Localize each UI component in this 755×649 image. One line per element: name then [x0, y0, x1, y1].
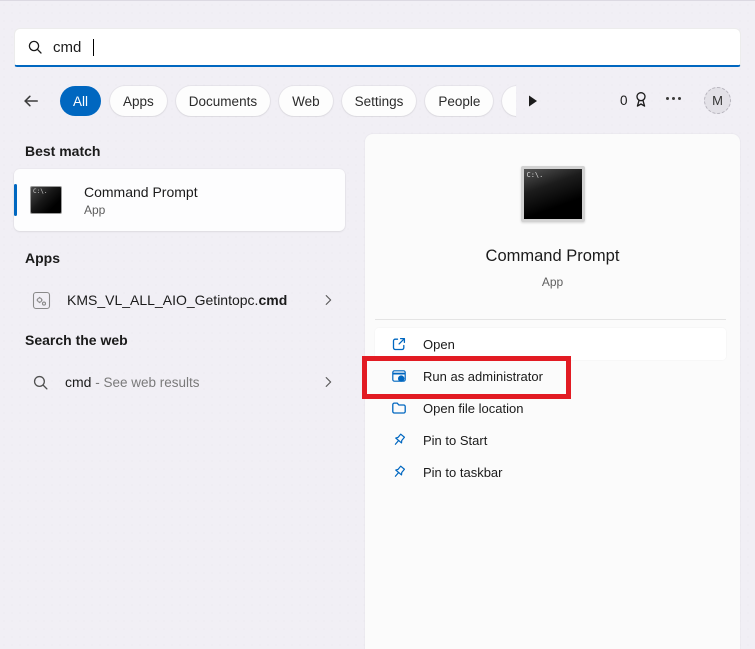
chevron-right-icon[interactable]: [321, 293, 335, 307]
tab-apps[interactable]: Apps: [110, 86, 167, 116]
preview-title: Command Prompt: [485, 247, 620, 265]
selection-accent-bar: [14, 184, 17, 216]
preview-subtitle: App: [541, 275, 564, 289]
web-result-label: cmd - See web results: [65, 374, 200, 390]
command-prompt-icon: [30, 186, 62, 214]
tab-web[interactable]: Web: [279, 86, 333, 116]
apps-result-label: KMS_VL_ALL_AIO_Getintopc.cmd: [67, 292, 288, 308]
preview-panel: Command Prompt App Open Run as administr…: [365, 134, 740, 649]
action-label: Open: [423, 336, 455, 352]
web-search-header: Search the web: [25, 332, 128, 348]
back-arrow-icon: [24, 95, 38, 107]
action-pin-to-start[interactable]: Pin to Start: [375, 424, 726, 456]
action-list: Open Run as administrator Open file loca…: [375, 328, 726, 488]
folder-icon: [392, 402, 406, 414]
action-label: Run as administrator: [423, 368, 543, 384]
filter-toolbar: All Apps Documents Web Settings People F…: [0, 85, 755, 117]
action-label: Open file location: [423, 400, 524, 416]
search-flyout: All Apps Documents Web Settings People F…: [0, 0, 755, 649]
action-pin-to-taskbar[interactable]: Pin to taskbar: [375, 456, 726, 488]
tab-all[interactable]: All: [60, 86, 102, 116]
action-open-file-location[interactable]: Open file location: [375, 392, 726, 424]
user-avatar[interactable]: M: [704, 87, 731, 114]
apps-header: Apps: [25, 250, 60, 266]
search-input[interactable]: [53, 38, 93, 56]
search-box[interactable]: [14, 28, 741, 67]
action-open[interactable]: Open: [375, 328, 726, 360]
tab-documents[interactable]: Documents: [175, 86, 271, 116]
action-run-as-administrator[interactable]: Run as administrator: [375, 360, 726, 392]
chevron-right-icon[interactable]: [321, 375, 335, 389]
best-match-subtitle: App: [84, 202, 106, 217]
batch-file-icon: [32, 291, 51, 309]
search-icon: [33, 375, 48, 390]
more-options-icon: [666, 97, 669, 100]
tab-settings[interactable]: Settings: [341, 86, 417, 116]
tab-folders[interactable]: Folders: [502, 86, 516, 116]
text-cursor: [93, 38, 94, 56]
rewards-medal-icon: [635, 92, 646, 107]
back-button[interactable]: [22, 92, 40, 115]
rewards-badge[interactable]: 0: [620, 90, 650, 110]
action-label: Pin to taskbar: [423, 464, 503, 480]
command-prompt-icon-large: [520, 166, 585, 222]
run-as-admin-icon: [392, 370, 406, 382]
pin-icon: [394, 465, 406, 477]
action-label: Pin to Start: [423, 432, 488, 448]
best-match-header: Best match: [25, 143, 101, 159]
filter-tabs: All Apps Documents Web Settings People F…: [60, 85, 516, 117]
more-options-button[interactable]: [666, 97, 681, 100]
open-icon: [392, 337, 406, 351]
rewards-count: 0: [620, 92, 628, 108]
play-triangle-icon: [529, 95, 537, 107]
best-match-title: Command Prompt: [84, 183, 198, 200]
search-icon: [28, 40, 42, 54]
pin-icon: [394, 433, 406, 445]
web-result-item[interactable]: cmd - See web results: [14, 366, 345, 398]
tabs-scroll-right-button[interactable]: [526, 94, 539, 113]
tab-people[interactable]: People: [425, 86, 494, 116]
best-match-item[interactable]: Command Prompt App: [14, 169, 345, 231]
avatar-initial: M: [712, 93, 723, 108]
divider: [375, 319, 726, 320]
apps-result-item[interactable]: KMS_VL_ALL_AIO_Getintopc.cmd: [14, 284, 345, 316]
